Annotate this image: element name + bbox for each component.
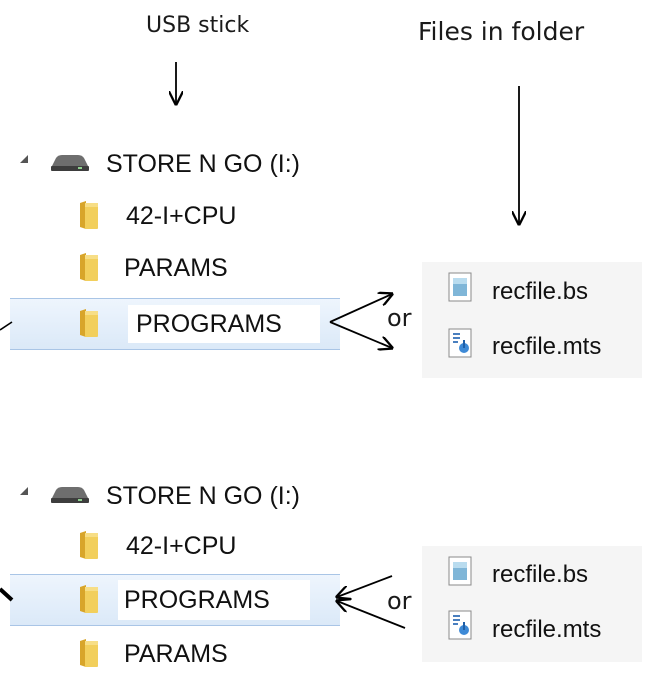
left-edge-arrow-top — [0, 321, 13, 331]
top-arrow-to-bs — [329, 294, 392, 323]
arrows-overlay — [0, 62, 648, 629]
bottom-arrow-from-bs — [337, 575, 393, 597]
top-arrow-to-mts — [329, 321, 392, 348]
left-edge-arrow-bottom — [0, 587, 14, 602]
bottom-arrow-from-mts — [337, 601, 406, 629]
